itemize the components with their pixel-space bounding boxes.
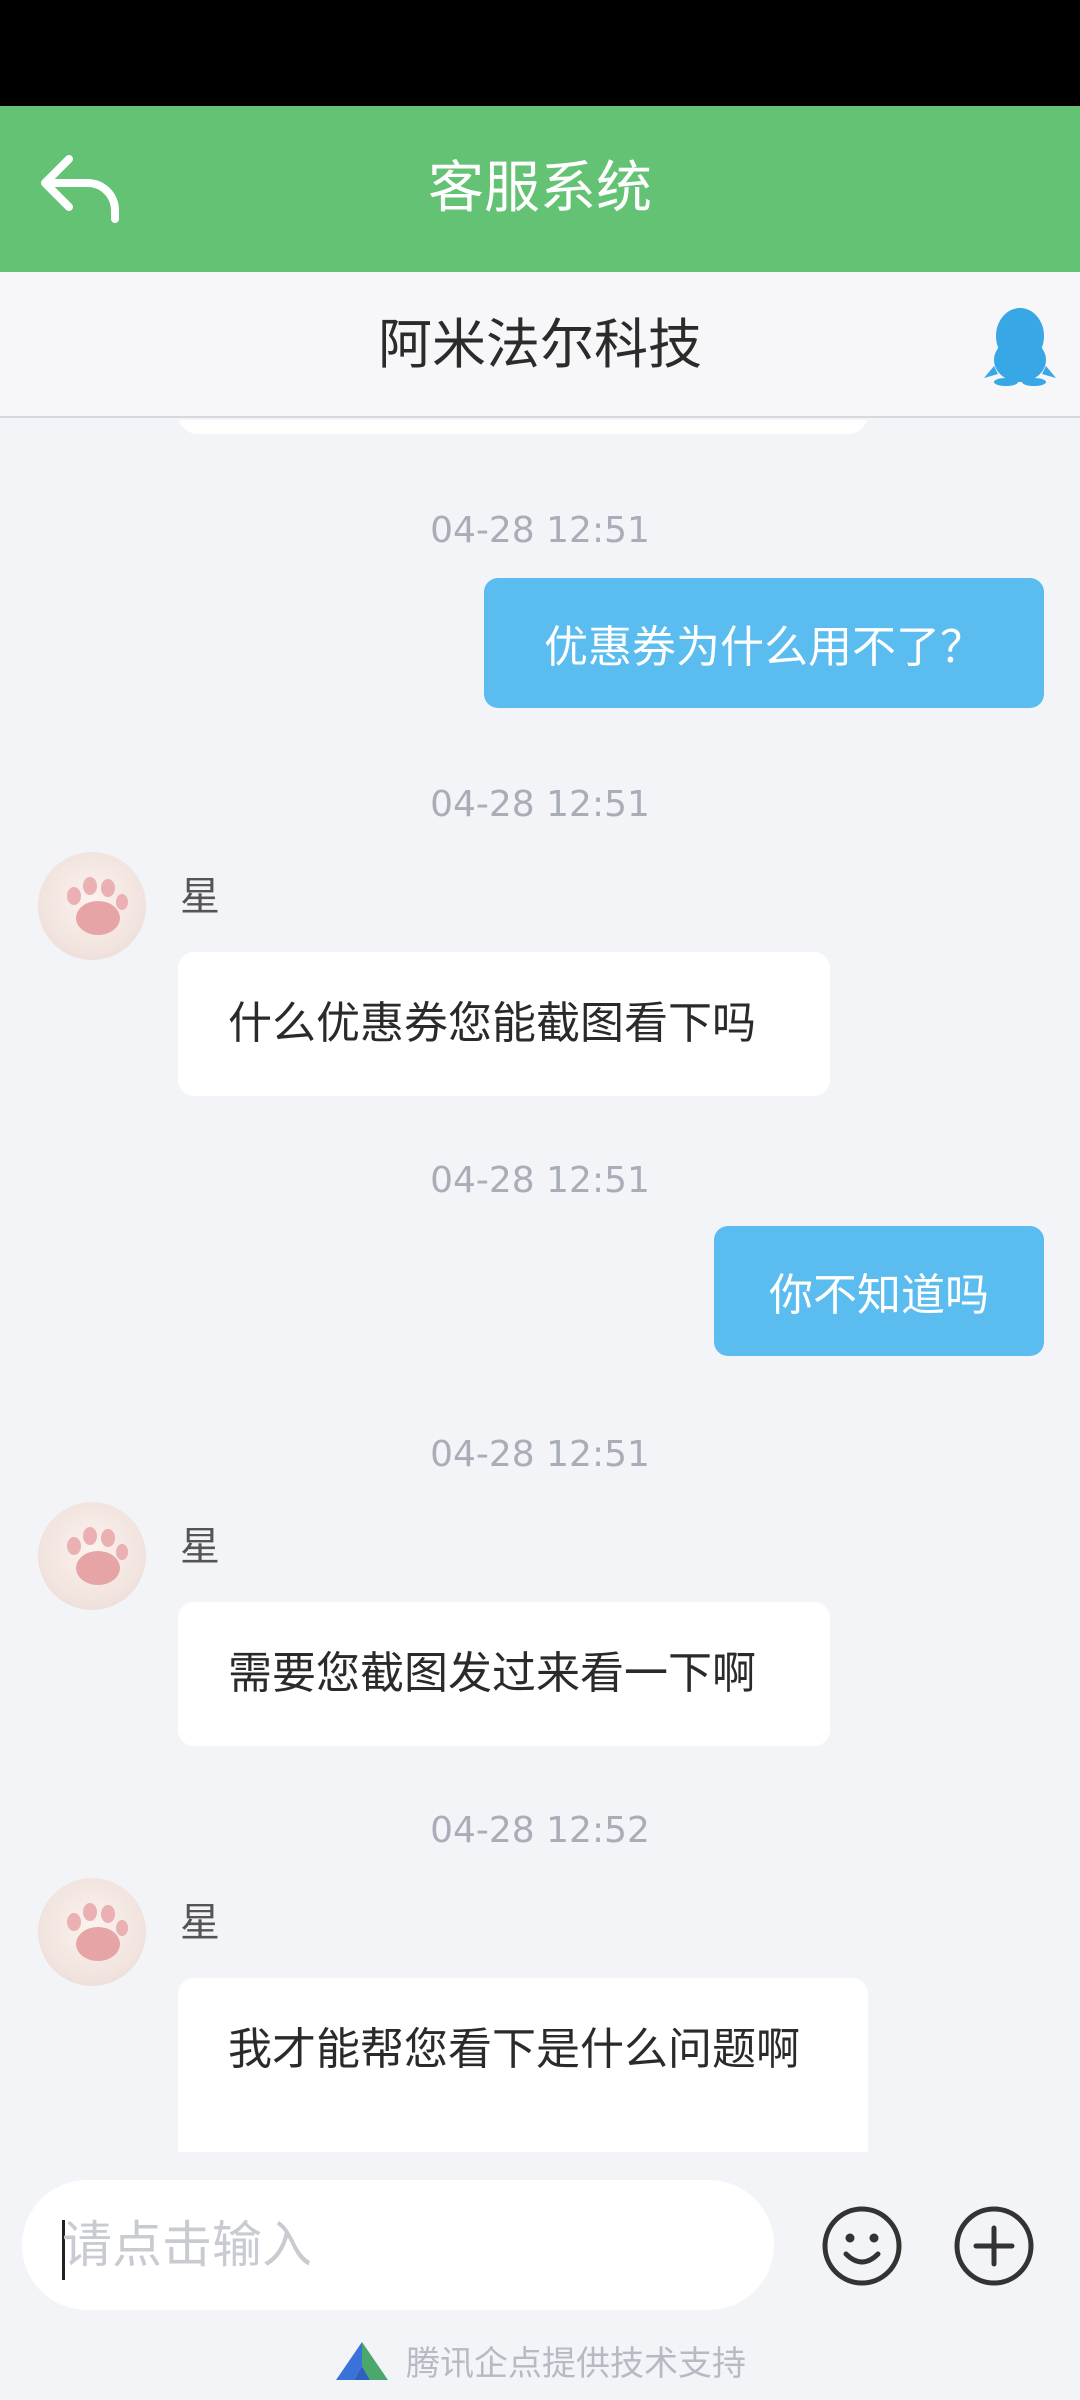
incoming-message: 需要您截图发过来看一下啊 xyxy=(178,1602,830,1746)
message-timestamp: 04-28 12:51 xyxy=(430,510,650,551)
agent-name: 星 xyxy=(180,874,220,920)
agent-avatar[interactable] xyxy=(38,1878,146,1986)
cat-paw-icon xyxy=(67,1903,128,1961)
outgoing-message: 优惠券为什么用不了？ xyxy=(484,578,1044,708)
back-button[interactable] xyxy=(36,148,126,228)
smiley-icon xyxy=(822,2206,902,2286)
message-input[interactable] xyxy=(62,2180,742,2310)
company-bar: 阿米法尔科技 xyxy=(0,272,1080,418)
app-header: 客服系统 xyxy=(0,106,1080,272)
company-name: 阿米法尔科技 xyxy=(378,313,702,376)
emoji-button[interactable] xyxy=(820,2204,904,2288)
agent-avatar[interactable] xyxy=(38,852,146,960)
message-timestamp: 04-28 12:51 xyxy=(430,784,650,825)
outgoing-message: 你不知道吗 xyxy=(714,1226,1044,1356)
incoming-message: 我才能帮您看下是什么问题啊 xyxy=(178,1978,868,2152)
more-button[interactable] xyxy=(952,2204,1036,2288)
powered-by: 腾讯企点提供技术支持 xyxy=(0,2336,1080,2385)
message-timestamp: 04-28 12:51 xyxy=(430,1434,650,1475)
cat-paw-icon xyxy=(67,877,128,935)
chat-area[interactable]: 04-28 12:51 优惠券为什么用不了？ 04-28 12:51 星 什么优… xyxy=(0,420,1080,2152)
cat-paw-icon xyxy=(67,1527,128,1585)
qq-button[interactable] xyxy=(982,306,1058,386)
agent-avatar[interactable] xyxy=(38,1502,146,1610)
back-arrow-icon xyxy=(41,155,119,223)
qq-penguin-icon xyxy=(984,308,1056,386)
incoming-message: 什么优惠券您能截图看下吗 xyxy=(178,952,830,1096)
message-timestamp: 04-28 12:52 xyxy=(430,1810,650,1851)
message-input-container[interactable] xyxy=(22,2180,774,2310)
page-title: 客服系统 xyxy=(428,156,652,221)
tencent-qidian-logo-icon xyxy=(336,2341,388,2380)
input-bar: 腾讯企点提供技术支持 xyxy=(0,2152,1080,2400)
agent-name: 星 xyxy=(180,1900,220,1946)
agent-name: 星 xyxy=(180,1524,220,1570)
status-bar xyxy=(0,0,1080,106)
previous-message-bubble xyxy=(178,420,868,434)
powered-by-text: 腾讯企点提供技术支持 xyxy=(406,2344,746,2384)
plus-icon xyxy=(954,2206,1034,2286)
message-timestamp: 04-28 12:51 xyxy=(430,1160,650,1201)
